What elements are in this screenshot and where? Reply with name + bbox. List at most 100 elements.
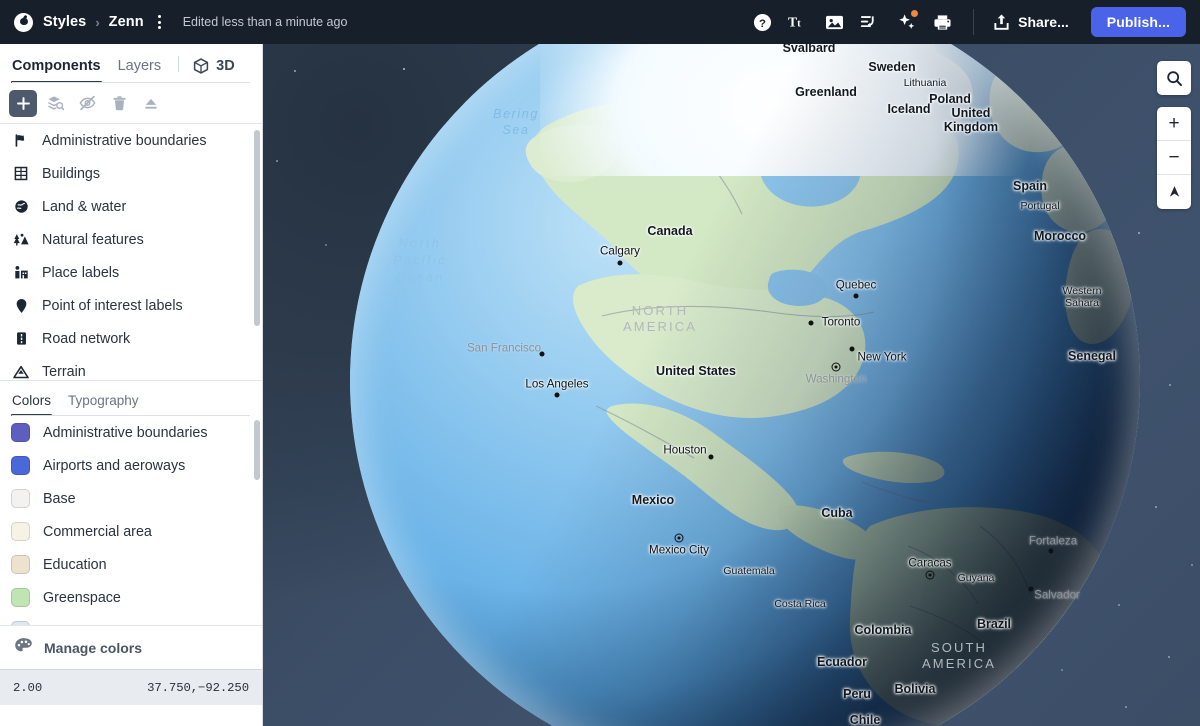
color-swatch[interactable]	[11, 456, 30, 475]
city-dot	[617, 260, 623, 266]
zoom-in-button[interactable]: +	[1157, 107, 1191, 141]
zoom-out-button[interactable]: −	[1157, 141, 1191, 175]
sub-tab-typography[interactable]: Typography	[68, 393, 139, 416]
color-item-airports-and-aeroways[interactable]: Airports and aeroways	[0, 449, 262, 482]
hide-layer-button[interactable]	[73, 90, 101, 117]
component-item-administrative-boundaries[interactable]: Administrative boundaries	[0, 124, 262, 157]
color-swatch[interactable]	[11, 522, 30, 541]
tabs-underline	[12, 82, 250, 83]
color-item-base[interactable]: Base	[0, 482, 262, 515]
buildings-icon	[13, 166, 29, 181]
breadcrumb-styles[interactable]: Styles	[43, 14, 86, 30]
mapbox-logo-icon[interactable]	[14, 12, 33, 32]
status-bar: 2.00 37.750,−92.250	[0, 669, 262, 705]
delete-layer-button[interactable]	[105, 90, 133, 117]
color-item-commercial-area[interactable]: Commercial area	[0, 515, 262, 548]
color-item-partial[interactable]	[0, 614, 262, 625]
layers-search-icon	[47, 96, 64, 111]
tab-components[interactable]: Components	[11, 58, 102, 83]
share-button[interactable]: Share...	[987, 13, 1075, 31]
compass-button[interactable]	[1157, 175, 1191, 209]
component-item-poi-labels[interactable]: Point of interest labels	[0, 289, 262, 322]
city-dot	[808, 320, 814, 326]
components-scrollbar-thumb[interactable]	[254, 130, 260, 326]
globe[interactable]	[324, 44, 1166, 726]
color-swatch[interactable]	[11, 621, 30, 625]
tab-3d[interactable]: 3D	[193, 58, 235, 83]
panel-toolbar	[0, 83, 262, 123]
color-swatch[interactable]	[11, 555, 30, 574]
svg-text:?: ?	[759, 17, 766, 29]
color-label: Base	[43, 490, 76, 507]
component-item-place-labels[interactable]: Place labels	[0, 256, 262, 289]
breadcrumb-style-name[interactable]: Zenn	[109, 14, 144, 30]
print-icon[interactable]	[924, 5, 960, 39]
map-canvas[interactable]: NORTH AMERICA SOUTH AMERICA North Pacific Oc…	[263, 44, 1200, 726]
notification-badge-dot	[910, 9, 920, 18]
color-swatch[interactable]	[11, 423, 30, 442]
zoom-level-value: 2.00	[13, 680, 43, 695]
tab-layers[interactable]: Layers	[118, 58, 162, 83]
tabs-divider	[178, 56, 180, 72]
city-dot	[539, 351, 545, 357]
globe-rim-light	[350, 44, 1140, 726]
capital-city-dot	[925, 570, 935, 580]
place-labels-icon	[13, 265, 29, 280]
city-dot	[853, 293, 859, 299]
city-dot	[849, 346, 855, 352]
city-dot	[554, 392, 560, 398]
kebab-menu-icon[interactable]	[151, 12, 169, 32]
svg-text:T: T	[788, 15, 797, 30]
breadcrumb: Styles › Zenn Edited less than a minute …	[14, 12, 347, 32]
trash-icon	[113, 96, 125, 111]
image-icon[interactable]	[816, 5, 852, 39]
coordinates-value: 37.750,−92.250	[147, 680, 249, 695]
breadcrumb-separator: ›	[95, 14, 100, 30]
component-item-terrain[interactable]: Terrain	[0, 355, 262, 380]
color-item-greenspace[interactable]: Greenspace	[0, 581, 262, 614]
color-label: Education	[43, 556, 107, 573]
color-label: Commercial area	[43, 523, 152, 540]
export-layer-button[interactable]	[137, 90, 165, 117]
color-item-education[interactable]: Education	[0, 548, 262, 581]
history-undo-icon[interactable]	[852, 5, 888, 39]
color-swatch[interactable]	[11, 588, 30, 607]
component-item-buildings[interactable]: Buildings	[0, 157, 262, 190]
edited-status-text: Edited less than a minute ago	[182, 15, 348, 29]
sub-tab-colors[interactable]: Colors	[10, 393, 53, 416]
terrain-icon	[13, 365, 29, 379]
share-button-label: Share...	[1018, 14, 1069, 30]
components-list[interactable]: Administrative boundaries Buildings Land…	[0, 123, 262, 380]
manage-colors-button[interactable]: Manage colors	[0, 625, 262, 669]
road-icon	[13, 331, 29, 346]
color-item-administrative-boundaries[interactable]: Administrative boundaries	[0, 416, 262, 449]
component-item-natural-features[interactable]: Natural features	[0, 223, 262, 256]
color-label: Administrative boundaries	[43, 424, 208, 441]
colors-scrollbar-thumb[interactable]	[254, 420, 260, 480]
components-list-items: Administrative boundaries Buildings Land…	[0, 124, 262, 380]
component-item-land-water[interactable]: Land & water	[0, 190, 262, 223]
map-zoom-controls: + −	[1157, 107, 1191, 209]
share-upload-icon	[994, 14, 1009, 30]
search-icon	[1166, 70, 1182, 86]
manage-colors-label: Manage colors	[44, 639, 143, 656]
typography-icon[interactable]: Tt	[780, 5, 816, 39]
find-layer-button[interactable]	[41, 90, 69, 117]
capital-city-dot	[831, 362, 841, 372]
publish-button[interactable]: Publish...	[1090, 7, 1186, 37]
map-pin-icon	[13, 298, 29, 314]
map-search-button[interactable]	[1157, 61, 1191, 95]
colors-list[interactable]: Administrative boundaries Airports and a…	[0, 416, 262, 625]
component-label: Road network	[42, 330, 131, 347]
component-label: Land & water	[42, 198, 127, 215]
color-swatch[interactable]	[11, 489, 30, 508]
natural-features-icon	[13, 232, 29, 247]
add-component-button[interactable]	[9, 89, 37, 117]
magic-sparkle-icon[interactable]	[888, 5, 924, 39]
panel-tabs: Components Layers 3D	[0, 44, 262, 83]
help-icon[interactable]: ?	[744, 5, 780, 39]
component-label: Administrative boundaries	[42, 132, 207, 149]
component-item-road-network[interactable]: Road network	[0, 322, 262, 355]
city-dot	[1048, 548, 1054, 554]
component-label: Terrain	[42, 363, 86, 380]
